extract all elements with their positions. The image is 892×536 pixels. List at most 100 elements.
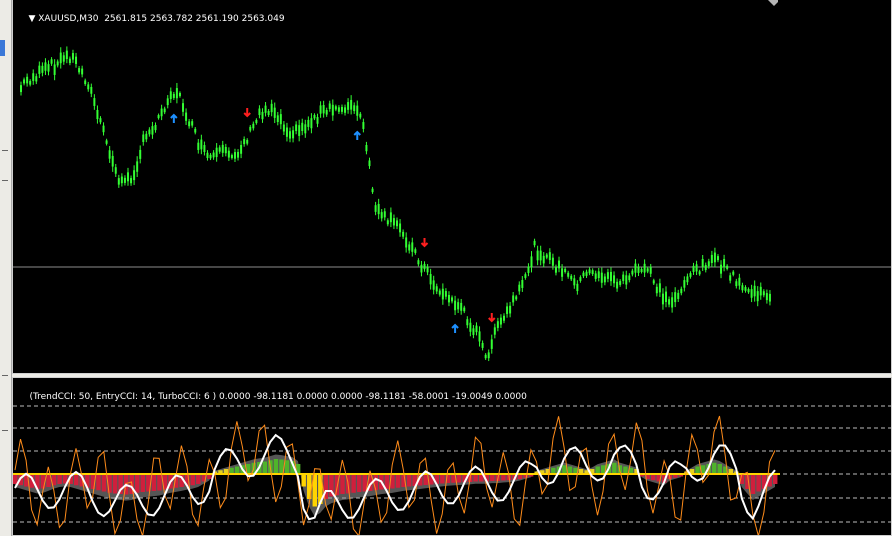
candle-body bbox=[148, 129, 151, 135]
candle-body bbox=[637, 266, 640, 273]
candle-body bbox=[411, 242, 414, 252]
candle-body bbox=[762, 291, 765, 296]
candle-body bbox=[322, 104, 325, 114]
histogram-bar bbox=[456, 474, 462, 483]
candle-body bbox=[594, 273, 597, 279]
histogram-bar bbox=[750, 474, 756, 494]
candle-body bbox=[481, 342, 484, 348]
candle-body bbox=[249, 126, 252, 131]
candle-body bbox=[573, 278, 576, 286]
candle-body bbox=[123, 177, 126, 183]
toolbar-tick bbox=[2, 180, 8, 181]
candle-body bbox=[613, 275, 616, 284]
selection-marker bbox=[0, 40, 5, 56]
candle-body bbox=[252, 123, 255, 129]
candle-body bbox=[163, 108, 166, 113]
candle-body bbox=[175, 88, 178, 99]
ohlc-text: 2561.815 2563.782 2561.190 2563.049 bbox=[104, 14, 285, 24]
candle-body bbox=[408, 244, 411, 251]
candle-body bbox=[282, 124, 285, 132]
histogram-bar bbox=[101, 474, 107, 492]
candle-body bbox=[289, 131, 292, 139]
candle-body bbox=[704, 265, 707, 270]
histogram-bar bbox=[567, 466, 573, 474]
indicator-panel[interactable]: (TrendCCI: 50, EntryCCI: 14, TurboCCI: 6… bbox=[12, 377, 892, 536]
candle-body bbox=[768, 293, 771, 302]
candle-body bbox=[380, 212, 383, 219]
scroll-arrow-icon[interactable] bbox=[768, 0, 778, 6]
candle-body bbox=[78, 68, 81, 73]
candle-body bbox=[536, 250, 539, 261]
candle-body bbox=[218, 147, 221, 152]
histogram-bar bbox=[57, 474, 62, 484]
candle-body bbox=[499, 317, 502, 325]
candle-body bbox=[426, 266, 429, 273]
candle-body bbox=[533, 240, 536, 246]
candle-body bbox=[698, 271, 701, 275]
candle-body bbox=[716, 256, 719, 261]
candle-body bbox=[197, 142, 200, 150]
candle-body bbox=[166, 98, 169, 106]
candle-body bbox=[139, 149, 142, 159]
candle-body bbox=[512, 295, 515, 303]
histogram-bar bbox=[406, 474, 412, 487]
candle-body bbox=[365, 144, 368, 152]
candle-body bbox=[429, 274, 432, 285]
candle-body bbox=[383, 211, 386, 218]
candle-body bbox=[457, 302, 460, 310]
candle-body bbox=[420, 264, 423, 273]
candle-body bbox=[753, 285, 756, 297]
candle-body bbox=[609, 271, 612, 282]
candle-body bbox=[258, 108, 261, 116]
candle-body bbox=[264, 105, 267, 113]
candle-body bbox=[634, 263, 637, 273]
candle-body bbox=[224, 146, 227, 154]
candle-body bbox=[600, 272, 603, 283]
candle-body bbox=[145, 133, 148, 140]
candle-body bbox=[686, 276, 689, 283]
candle-body bbox=[765, 293, 768, 301]
candle-body bbox=[585, 271, 588, 276]
candle-body bbox=[441, 288, 444, 300]
histogram-bar bbox=[623, 466, 628, 474]
candle-body bbox=[466, 319, 469, 326]
candle-body bbox=[475, 325, 478, 333]
candle-body bbox=[484, 354, 487, 359]
candle-body bbox=[396, 220, 398, 227]
candle-body bbox=[212, 152, 215, 158]
candle-body bbox=[47, 64, 50, 72]
candle-body bbox=[665, 291, 668, 303]
candle-body bbox=[20, 85, 22, 93]
candle-body bbox=[451, 297, 454, 302]
candle-body bbox=[564, 268, 567, 273]
candle-body bbox=[374, 205, 377, 212]
candle-body bbox=[362, 122, 365, 129]
candle-body bbox=[402, 231, 405, 237]
candle-body bbox=[151, 126, 154, 135]
histogram-bar bbox=[423, 474, 428, 485]
candle-body bbox=[619, 281, 622, 285]
candle-body bbox=[130, 178, 133, 184]
candle-body bbox=[276, 115, 279, 123]
indicator-header: (TrendCCI: 50, EntryCCI: 14, TurboCCI: 6… bbox=[18, 382, 526, 412]
candle-body bbox=[50, 59, 53, 64]
price-chart-panel[interactable]: ▼ XAUUSD,M30 2561.815 2563.782 2561.190 … bbox=[12, 0, 892, 374]
candle-body bbox=[509, 305, 512, 314]
histogram-bar bbox=[756, 474, 761, 492]
candle-body bbox=[539, 250, 542, 261]
candle-body bbox=[304, 124, 307, 134]
candle-body bbox=[680, 288, 683, 294]
candle-body bbox=[710, 254, 713, 263]
toolbar-tick bbox=[2, 430, 8, 431]
candle-body bbox=[444, 291, 447, 297]
candle-body bbox=[756, 291, 759, 302]
candle-body bbox=[548, 252, 551, 261]
candle-body bbox=[292, 130, 295, 139]
candle-body bbox=[44, 62, 47, 71]
candle-body bbox=[172, 93, 175, 98]
candle-body bbox=[279, 114, 282, 125]
candle-body bbox=[732, 271, 735, 275]
candle-body bbox=[301, 122, 304, 132]
histogram-bar bbox=[140, 474, 146, 492]
candle-body bbox=[368, 160, 371, 167]
